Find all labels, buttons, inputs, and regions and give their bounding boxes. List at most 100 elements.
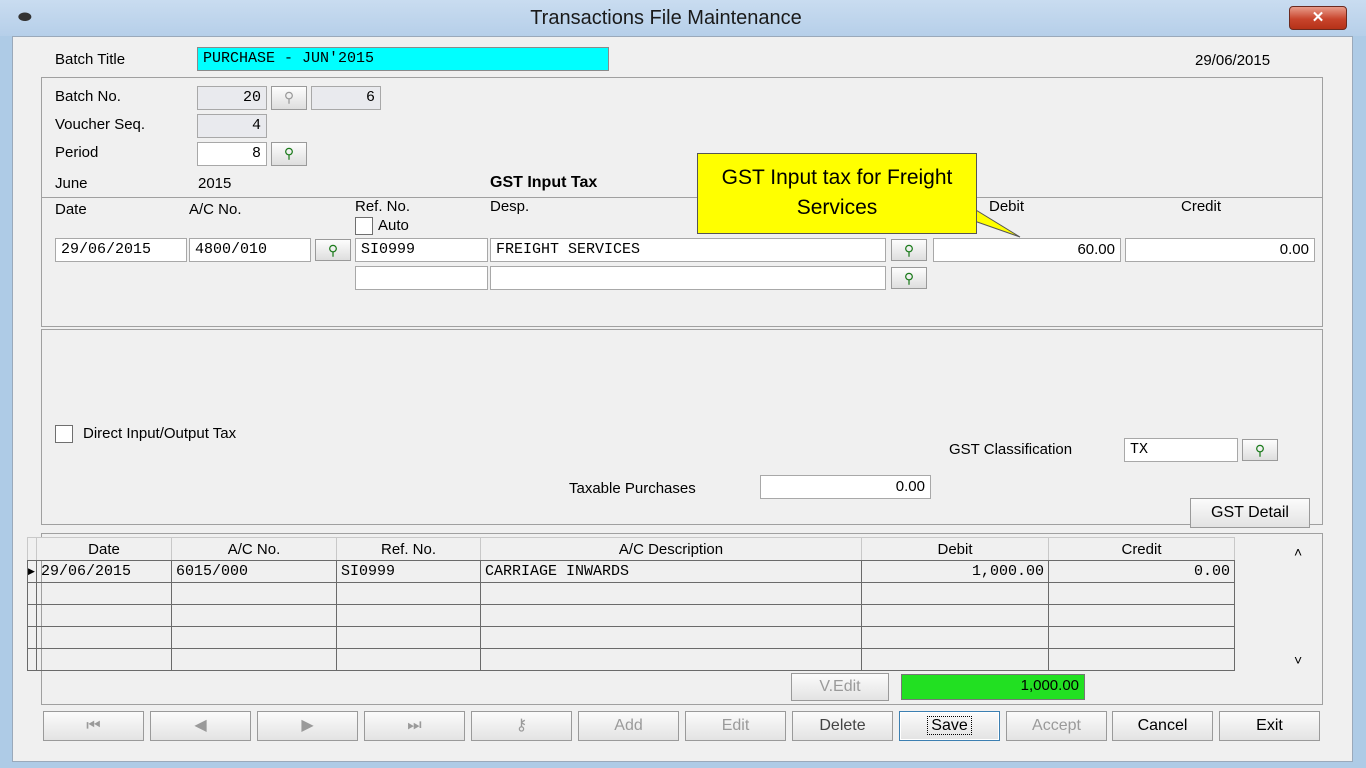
grid-cell[interactable] <box>861 626 1049 649</box>
grid-cell-credit[interactable]: 0.00 <box>1048 560 1235 583</box>
grid-cell[interactable] <box>1048 626 1235 649</box>
grid-cell[interactable] <box>480 626 862 649</box>
ac-lookup-icon[interactable]: ⚲ <box>315 239 351 261</box>
grid-header-ref-no[interactable]: Ref. No. <box>336 537 481 561</box>
grid-cell[interactable] <box>480 648 862 671</box>
table-row[interactable] <box>27 626 1235 649</box>
entry-date-field[interactable]: 29/06/2015 <box>55 238 187 262</box>
period-month: June <box>55 175 88 192</box>
grid-header-date[interactable]: Date <box>36 537 172 561</box>
batch-count-field: 6 <box>311 86 381 110</box>
accept-button[interactable]: Accept <box>1006 711 1107 741</box>
desp-lookup-icon[interactable]: ⚲ <box>891 239 927 261</box>
grid-cell[interactable] <box>36 626 172 649</box>
exit-button[interactable]: Exit <box>1219 711 1320 741</box>
transactions-grid[interactable]: Date A/C No. Ref. No. A/C Description De… <box>27 537 1235 671</box>
grid-cell[interactable] <box>480 582 862 605</box>
window-title: Transactions File Maintenance <box>530 7 802 29</box>
entry-desp-field[interactable]: FREIGHT SERVICES <box>490 238 886 262</box>
table-row[interactable] <box>27 648 1235 671</box>
callout-note: GST Input tax for Freight Services <box>697 153 977 234</box>
entry-ref-no-field-2[interactable] <box>355 266 488 290</box>
gst-detail-button[interactable]: GST Detail <box>1190 498 1310 528</box>
total-field: 1,000.00 <box>901 674 1085 700</box>
edit-label: Edit <box>721 717 750 734</box>
auto-checkbox[interactable] <box>355 217 373 235</box>
next-record-button[interactable]: ▶ <box>257 711 358 741</box>
add-button[interactable]: Add <box>578 711 679 741</box>
entry-ac-no-field[interactable]: 4800/010 <box>189 238 311 262</box>
delete-label: Delete <box>819 717 866 734</box>
direct-tax-checkbox[interactable] <box>55 425 73 443</box>
grid-cell[interactable] <box>171 582 337 605</box>
grid-header-credit[interactable]: Credit <box>1048 537 1235 561</box>
grid-cell[interactable] <box>861 604 1049 627</box>
last-record-icon: ⏭ <box>407 717 422 734</box>
prev-record-icon: ◀ <box>194 717 207 734</box>
scroll-down-icon[interactable]: ˅ <box>1294 652 1302 668</box>
entry-desp-field-2[interactable] <box>490 266 886 290</box>
grid-cell-debit[interactable]: 1,000.00 <box>861 560 1049 583</box>
entry-credit-field[interactable]: 0.00 <box>1125 238 1315 262</box>
table-row[interactable]: ▶ 29/06/2015 6015/000 SI0999 CARRIAGE IN… <box>27 560 1235 583</box>
grid-cell[interactable] <box>336 648 481 671</box>
close-button[interactable]: ✕ <box>1289 6 1347 30</box>
table-row[interactable] <box>27 582 1235 605</box>
grid-header-debit[interactable]: Debit <box>861 537 1049 561</box>
next-record-icon: ▶ <box>301 717 314 734</box>
batch-no-field[interactable]: 20 <box>197 86 267 110</box>
find-button[interactable]: ⚷ <box>471 711 572 741</box>
save-button[interactable]: Save <box>899 711 1000 741</box>
grid-cell[interactable] <box>861 582 1049 605</box>
table-row[interactable] <box>27 604 1235 627</box>
grid-cell[interactable] <box>861 648 1049 671</box>
cancel-label: Cancel <box>1137 717 1188 734</box>
period-year: 2015 <box>198 175 232 192</box>
grid-cell[interactable] <box>171 626 337 649</box>
scroll-up-icon[interactable]: ˄ <box>1294 544 1302 560</box>
grid-cell[interactable] <box>480 604 862 627</box>
period-lookup-icon[interactable]: ⚲ <box>271 142 307 166</box>
vedit-button[interactable]: V.Edit <box>791 673 889 701</box>
gst-detail-label: GST Detail <box>1211 504 1289 521</box>
grid-cell-description[interactable]: CARRIAGE INWARDS <box>480 560 862 583</box>
prev-record-button[interactable]: ◀ <box>150 711 251 741</box>
entry-debit-field[interactable]: 60.00 <box>933 238 1121 262</box>
grid-cell-date[interactable]: 29/06/2015 <box>36 560 172 583</box>
grid-cell[interactable] <box>171 648 337 671</box>
grid-cell[interactable] <box>36 604 172 627</box>
gst-class-field[interactable]: TX <box>1124 438 1238 462</box>
grid-cell[interactable] <box>36 648 172 671</box>
first-record-icon: ⏮ <box>86 717 101 734</box>
row-indicator <box>27 626 37 649</box>
last-record-button[interactable]: ⏭ <box>364 711 465 741</box>
first-record-button[interactable]: ⏮ <box>43 711 144 741</box>
grid-scrollbar[interactable]: ˄ ˅ <box>1288 542 1316 672</box>
batch-title-field[interactable]: PURCHASE - JUN'2015 <box>197 47 609 71</box>
delete-button[interactable]: Delete <box>792 711 893 741</box>
grid-cell[interactable] <box>336 582 481 605</box>
entry-credit-header: Credit <box>1181 198 1222 215</box>
grid-cell[interactable] <box>171 604 337 627</box>
entry-date-header: Date <box>55 201 87 218</box>
vedit-label: V.Edit <box>819 678 861 695</box>
grid-cell-ref-no[interactable]: SI0999 <box>336 560 481 583</box>
period-field[interactable]: 8 <box>197 142 267 166</box>
grid-header-ac-no[interactable]: A/C No. <box>171 537 337 561</box>
grid-cell[interactable] <box>1048 582 1235 605</box>
grid-cell-ac-no[interactable]: 6015/000 <box>171 560 337 583</box>
desp-lookup-icon-2[interactable]: ⚲ <box>891 267 927 289</box>
title-bar: ⬬ Transactions File Maintenance ✕ <box>0 0 1366 36</box>
batch-lookup-icon[interactable]: ⚲ <box>271 86 307 110</box>
grid-cell[interactable] <box>36 582 172 605</box>
edit-button[interactable]: Edit <box>685 711 786 741</box>
grid-header-description[interactable]: A/C Description <box>480 537 862 561</box>
cancel-button[interactable]: Cancel <box>1112 711 1213 741</box>
taxable-purchases-field[interactable]: 0.00 <box>760 475 931 499</box>
grid-cell[interactable] <box>1048 604 1235 627</box>
gst-class-lookup-icon[interactable]: ⚲ <box>1242 439 1278 461</box>
grid-cell[interactable] <box>336 604 481 627</box>
grid-cell[interactable] <box>1048 648 1235 671</box>
grid-cell[interactable] <box>336 626 481 649</box>
entry-ref-no-field[interactable]: SI0999 <box>355 238 488 262</box>
